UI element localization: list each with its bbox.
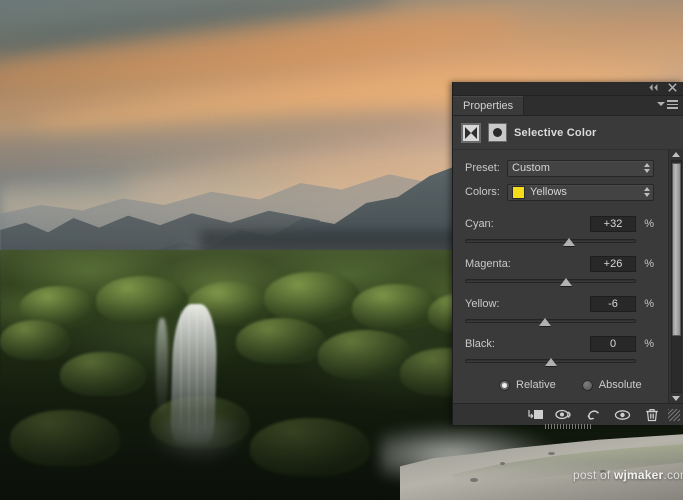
slider-list: Cyan:+32%Magenta:+26%Yellow:-6%Black:0% (465, 215, 654, 363)
panel-footer-toolbar (453, 403, 683, 425)
slider-value-input[interactable]: -6 (590, 296, 636, 312)
colors-select[interactable]: Yellows (507, 184, 654, 201)
properties-panel[interactable]: Properties Selective Color Preset: Custo… (452, 82, 683, 425)
panel-titlebar (453, 82, 683, 96)
slider-group: Yellow:-6% (465, 295, 654, 323)
menu-bars-icon (667, 100, 678, 109)
scrollbar-thumb[interactable] (672, 163, 681, 336)
rock-speck (470, 478, 478, 482)
layer-mask-thumbnail-icon[interactable] (488, 123, 507, 142)
tab-properties[interactable]: Properties (453, 96, 524, 115)
panel-scrollbar[interactable] (668, 150, 683, 403)
slider-unit: % (636, 338, 654, 350)
radio-absolute-label: Absolute (599, 379, 642, 391)
titlebar-buttons (648, 83, 677, 92)
slider-track[interactable] (465, 239, 636, 243)
panel-drag-handle[interactable] (545, 424, 591, 429)
preset-row: Preset: Custom (465, 159, 654, 177)
slider-value-input[interactable]: +32 (590, 216, 636, 232)
scrollbar-trough[interactable] (671, 160, 682, 393)
slider-thumb[interactable] (545, 358, 557, 366)
slider-label: Magenta: (465, 258, 590, 270)
clip-to-layer-icon[interactable] (521, 404, 550, 426)
colors-row: Colors: Yellows (465, 183, 654, 201)
slider-row: Yellow:-6% (465, 295, 654, 312)
toggle-visibility-icon[interactable] (608, 404, 637, 426)
slider-unit: % (636, 258, 654, 270)
slider-label: Cyan: (465, 218, 590, 230)
scroll-up-icon[interactable] (672, 152, 680, 157)
slider-thumb[interactable] (563, 238, 575, 246)
radio-relative-label: Relative (516, 379, 556, 391)
close-icon[interactable] (668, 83, 677, 92)
slider-group: Magenta:+26% (465, 255, 654, 283)
page-title: Selective Color (514, 127, 596, 139)
delete-adjustment-icon[interactable] (637, 404, 666, 426)
slider-unit: % (636, 298, 654, 310)
slider-group: Cyan:+32% (465, 215, 654, 243)
reset-icon[interactable] (579, 404, 608, 426)
rock-speck (548, 452, 555, 455)
scroll-down-icon[interactable] (672, 396, 680, 401)
chevron-down-icon (657, 102, 665, 106)
panel-menu-icon[interactable] (657, 100, 678, 109)
radio-absolute[interactable]: Absolute (582, 379, 642, 391)
view-previous-state-icon[interactable] (550, 404, 579, 426)
colors-value: Yellows (530, 186, 567, 198)
slider-label: Black: (465, 338, 590, 350)
slider-row: Black:0% (465, 335, 654, 352)
tab-properties-label: Properties (463, 100, 513, 112)
preset-spinner-icon[interactable] (644, 163, 650, 173)
preset-label: Preset: (465, 162, 507, 174)
slider-thumb[interactable] (539, 318, 551, 326)
method-radio-group: Relative Absolute (465, 379, 654, 391)
selective-color-icon (461, 123, 481, 143)
colors-label: Colors: (465, 186, 507, 198)
slider-track[interactable] (465, 359, 636, 363)
watermark: post of wjmaker.com (573, 468, 683, 482)
radio-absolute-circle (582, 380, 593, 391)
preset-select[interactable]: Custom (507, 160, 654, 177)
slider-value-input[interactable]: 0 (590, 336, 636, 352)
adjustment-header: Selective Color (453, 116, 683, 150)
watermark-brand: wjmaker (614, 468, 663, 482)
slider-row: Magenta:+26% (465, 255, 654, 272)
slider-thumb[interactable] (560, 278, 572, 286)
slider-track[interactable] (465, 279, 636, 283)
rock-speck (500, 462, 505, 465)
preset-value: Custom (512, 162, 550, 174)
slider-value-input[interactable]: +26 (590, 256, 636, 272)
radio-relative-circle (499, 380, 510, 391)
color-swatch (512, 186, 525, 199)
slider-group: Black:0% (465, 335, 654, 363)
resize-grip-icon[interactable] (668, 409, 680, 421)
slider-track[interactable] (465, 319, 636, 323)
panel-body: Preset: Custom Colors: Yellows Cyan:+32%… (453, 150, 683, 403)
radio-relative[interactable]: Relative (499, 379, 556, 391)
panel-tabstrip: Properties (453, 96, 683, 116)
slider-unit: % (636, 218, 654, 230)
collapse-to-icons-icon[interactable] (648, 83, 659, 92)
panel-content: Preset: Custom Colors: Yellows Cyan:+32%… (453, 150, 668, 403)
colors-spinner-icon[interactable] (644, 187, 650, 197)
slider-row: Cyan:+32% (465, 215, 654, 232)
watermark-prefix: post of (573, 468, 614, 482)
watermark-suffix: .com (663, 468, 683, 482)
slider-label: Yellow: (465, 298, 590, 310)
